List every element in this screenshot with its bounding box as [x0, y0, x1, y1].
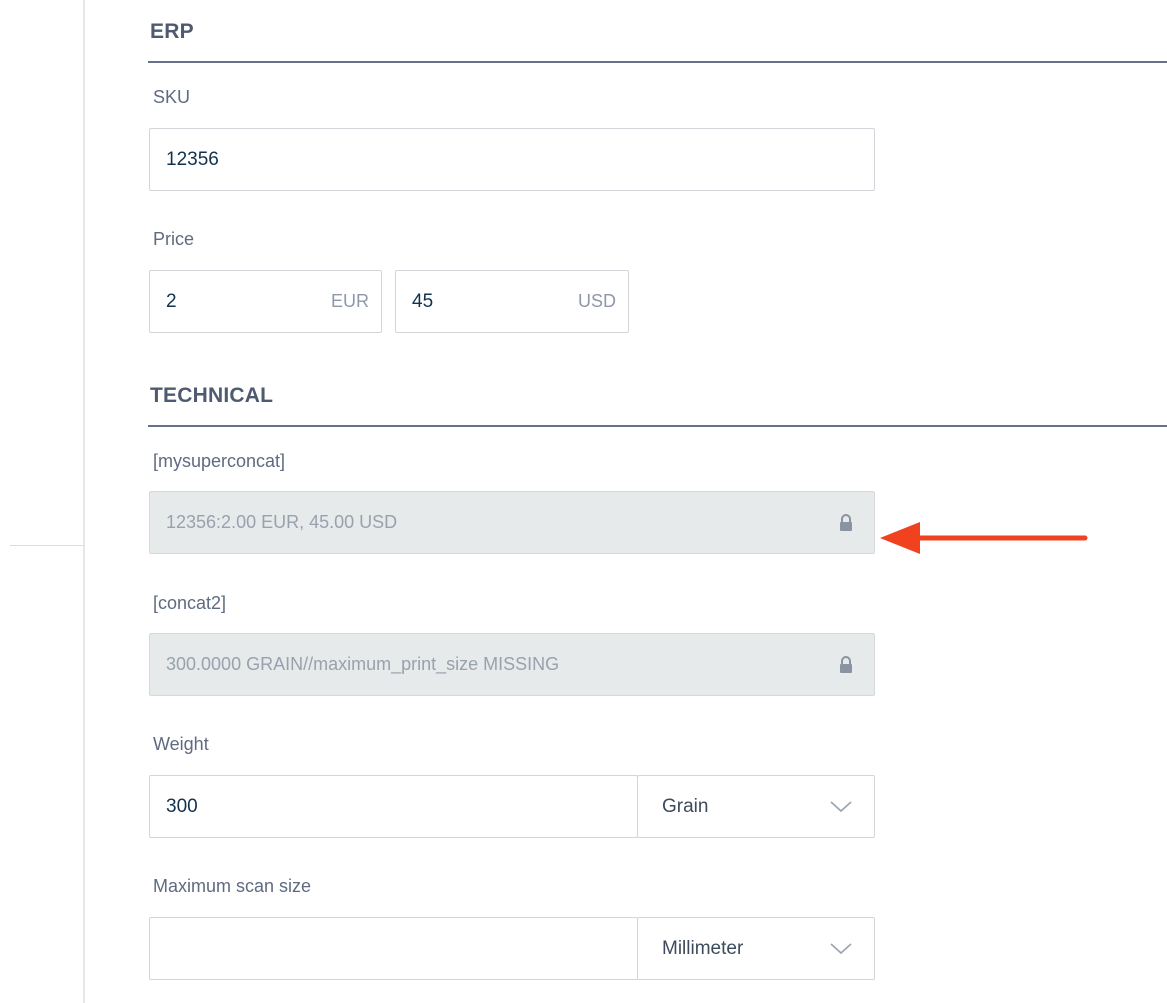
- price-label: Price: [153, 229, 195, 249]
- weight-unit-select[interactable]: Grain: [637, 775, 875, 838]
- price-usd-currency: USD: [577, 291, 616, 311]
- chevron-down-icon: [830, 942, 852, 954]
- price-usd-value: 45: [412, 290, 434, 312]
- price-eur-currency: EUR: [330, 291, 369, 311]
- arrow-left-icon: [880, 522, 1088, 554]
- weight-input[interactable]: 300: [149, 775, 638, 838]
- product-edit-page: ERP SKU 12356 Price 2 EUR 45 USD TECHNIC…: [0, 0, 1167, 1003]
- weight-value: 300: [166, 795, 198, 817]
- chevron-down-icon: [830, 800, 852, 812]
- price-usd-input[interactable]: 45 USD: [395, 270, 629, 333]
- section-title-erp: ERP: [150, 20, 194, 43]
- mysuperconcat-input: 12356:2.00 EUR, 45.00 USD: [149, 491, 875, 554]
- sku-value: 12356: [166, 148, 219, 170]
- section-divider-erp: [148, 61, 1167, 63]
- max-scan-size-unit-value: Millimeter: [662, 937, 744, 959]
- weight-unit-value: Grain: [662, 795, 709, 817]
- section-divider-technical: [148, 425, 1167, 427]
- lock-icon: [840, 513, 852, 531]
- sidebar-divider: [10, 545, 83, 546]
- lock-icon: [840, 655, 852, 673]
- concat2-value: 300.0000 GRAIN//maximum_print_size MISSI…: [166, 654, 560, 674]
- weight-label: Weight: [153, 734, 209, 754]
- max-scan-size-label: Maximum scan size: [153, 876, 312, 896]
- section-title-technical: TECHNICAL: [150, 384, 274, 407]
- max-scan-size-input[interactable]: [149, 917, 638, 980]
- sku-label: SKU: [153, 87, 191, 107]
- price-eur-input[interactable]: 2 EUR: [149, 270, 382, 333]
- price-eur-value: 2: [166, 290, 177, 312]
- sku-input[interactable]: 12356: [149, 128, 875, 191]
- mysuperconcat-label: [mysuperconcat]: [153, 451, 286, 471]
- max-scan-size-unit-select[interactable]: Millimeter: [637, 917, 875, 980]
- concat2-label: [concat2]: [153, 593, 227, 613]
- concat2-input: 300.0000 GRAIN//maximum_print_size MISSI…: [149, 633, 875, 696]
- mysuperconcat-value: 12356:2.00 EUR, 45.00 USD: [166, 512, 398, 532]
- sidebar-rail: [0, 0, 85, 1003]
